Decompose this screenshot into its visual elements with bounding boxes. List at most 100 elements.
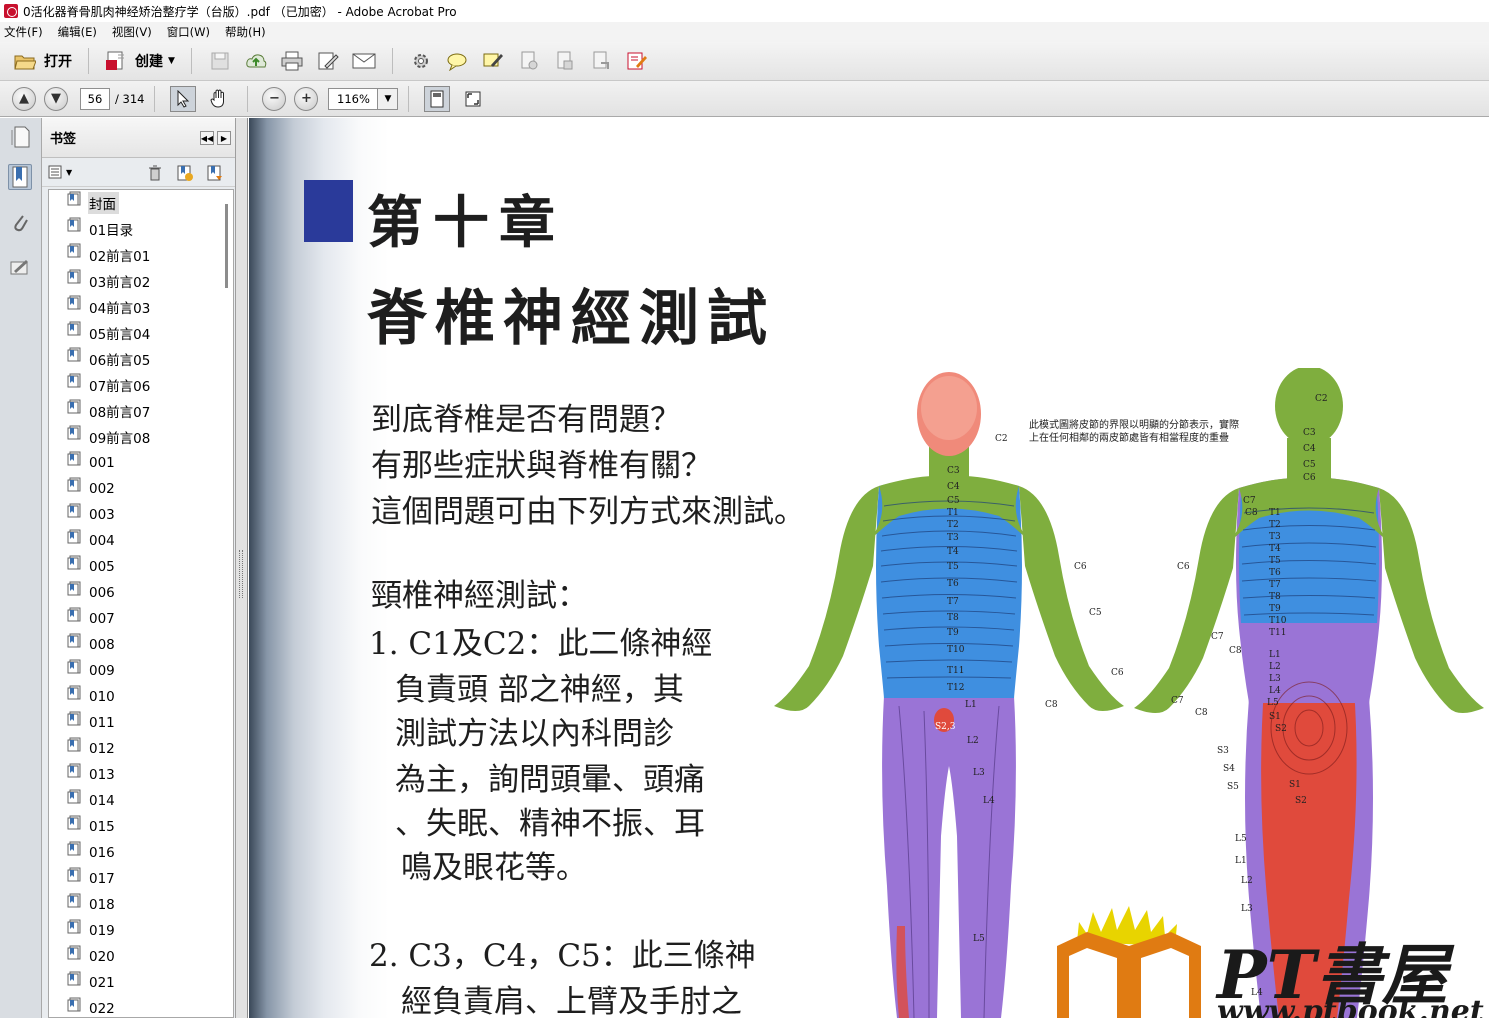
bookmark-icon [67,477,81,491]
bookmark-item[interactable]: 011 [49,710,233,736]
back-label-s1-upper: S1 [1269,712,1281,722]
bookmark-item[interactable]: 022 [49,996,233,1017]
signatures-icon[interactable] [8,254,32,280]
zoom-in-button[interactable]: + [294,86,319,111]
bookmark-item[interactable]: 010 [49,684,233,710]
doc-action-icon-2[interactable] [552,48,578,74]
bookmark-item[interactable]: 008 [49,632,233,658]
doc-action-icon-1[interactable] [516,48,542,74]
edit-icon[interactable] [315,48,341,74]
save-icon[interactable] [207,48,233,74]
options-menu-button[interactable]: ▼ [48,165,72,179]
menu-view[interactable]: 视图(V) [112,24,152,40]
splitter-grip[interactable] [239,550,243,598]
back-label-t1: T1 [1269,508,1281,518]
bookmark-item[interactable]: 04前言03 [49,294,233,320]
bookmark-item[interactable]: 019 [49,918,233,944]
panel-menu-button[interactable]: ▶ [217,131,231,145]
bookmark-item[interactable]: 021 [49,970,233,996]
bookmark-item[interactable]: 007 [49,606,233,632]
expand-bookmark-button[interactable] [206,164,224,185]
item1-line-1: 1. C1及C2：此二條神經 [369,626,713,662]
toolbar-separator [190,48,192,74]
item1-line-5: 、失眠、精神不振、耳 [395,806,705,842]
upload-icon[interactable] [243,48,269,74]
bookmark-item[interactable]: 009 [49,658,233,684]
email-icon[interactable] [351,48,377,74]
bookmark-item[interactable]: 05前言04 [49,320,233,346]
panel-splitter[interactable] [236,118,248,1018]
bookmark-item[interactable]: 015 [49,814,233,840]
front-label-arm-c6-upper: C6 [1074,562,1087,572]
bookmark-item[interactable]: 018 [49,892,233,918]
back-label-s2-upper: S2 [1275,724,1287,734]
bookmark-icon [67,243,81,257]
bookmark-item[interactable]: 001 [49,450,233,476]
collapse-panel-button[interactable]: ◀◀ [200,131,214,145]
bookmark-item[interactable]: 014 [49,788,233,814]
page-thumbnails-icon[interactable] [8,124,32,150]
double-chevron-left-icon: ◀◀ [200,133,214,143]
bookmark-item[interactable]: 016 [49,840,233,866]
bookmark-item[interactable]: 003 [49,502,233,528]
bookmark-item[interactable]: 002 [49,476,233,502]
settings-icon[interactable] [408,48,434,74]
bookmark-item[interactable]: 005 [49,554,233,580]
delete-bookmark-button[interactable] [148,165,162,184]
back-label-l3-lower: L3 [1241,904,1253,914]
bookmark-label: 05前言04 [89,327,151,343]
bookmark-icon [67,815,81,829]
bookmark-item[interactable]: 09前言08 [49,424,233,450]
bookmarks-scrollbar[interactable] [225,204,228,288]
front-label-t2: T2 [947,520,959,530]
front-label-l1: L1 [965,700,977,710]
back-label-arm-c6: C6 [1177,562,1190,572]
bookmark-item[interactable]: 07前言06 [49,372,233,398]
bookmark-item[interactable]: 004 [49,528,233,554]
document-view[interactable]: 第十章 脊椎神經測試 到底脊椎是否有問題？ 有那些症狀與脊椎有關？ 這個問題可由… [249,118,1489,1018]
sign-icon[interactable] [480,48,506,74]
bookmark-item[interactable]: 01目录 [49,216,233,242]
back-label-t4: T4 [1269,544,1281,554]
bookmark-item[interactable]: 06前言05 [49,346,233,372]
bookmark-item[interactable]: 02前言01 [49,242,233,268]
cursor-icon [177,89,190,108]
print-icon[interactable] [279,48,305,74]
create-button[interactable]: 创建 ▼ [99,46,181,76]
bookmark-item[interactable]: 013 [49,762,233,788]
attachments-icon[interactable] [8,210,32,236]
select-tool-button[interactable] [170,85,197,112]
bookmark-item[interactable]: 03前言02 [49,268,233,294]
comment-icon[interactable] [444,48,470,74]
bookmark-item[interactable]: 017 [49,866,233,892]
chevron-down-icon: ▼ [168,56,175,66]
bookmarks-panel-icon[interactable] [8,164,32,190]
next-page-button[interactable]: ▼ [44,86,68,111]
back-label-s2-lower: S2 [1295,796,1307,806]
bookmark-item[interactable]: 006 [49,580,233,606]
bookmark-label: 002 [89,481,115,497]
bookmark-item[interactable]: 020 [49,944,233,970]
bookmark-item[interactable]: 封面 [49,190,233,216]
bookmark-item[interactable]: 012 [49,736,233,762]
menu-edit[interactable]: 编辑(E) [58,24,97,40]
menu-window[interactable]: 窗口(W) [167,24,210,40]
full-screen-button[interactable] [460,86,486,112]
zoom-level-input[interactable]: 116% [328,87,379,110]
open-button[interactable]: 打开 [8,46,78,76]
item2-line-2: 經負責肩、上臂及手肘之 [401,984,742,1018]
front-label-l2: L2 [967,736,979,746]
zoom-dropdown-button[interactable]: ▼ [378,87,399,110]
bookmark-item[interactable]: 08前言07 [49,398,233,424]
form-edit-icon[interactable] [624,48,650,74]
doc-action-icon-3[interactable] [588,48,614,74]
menu-help[interactable]: 帮助(H) [225,24,266,40]
back-label-arm-c8-upper: C8 [1245,508,1258,518]
menu-file[interactable]: 文件(F) [4,24,43,40]
hand-tool-button[interactable] [206,86,232,112]
zoom-out-button[interactable]: − [262,86,287,111]
fit-page-button[interactable] [424,85,451,112]
previous-page-button[interactable]: ▲ [12,86,36,111]
page-number-input[interactable]: 56 [80,87,110,110]
new-bookmark-button[interactable] [176,164,194,185]
